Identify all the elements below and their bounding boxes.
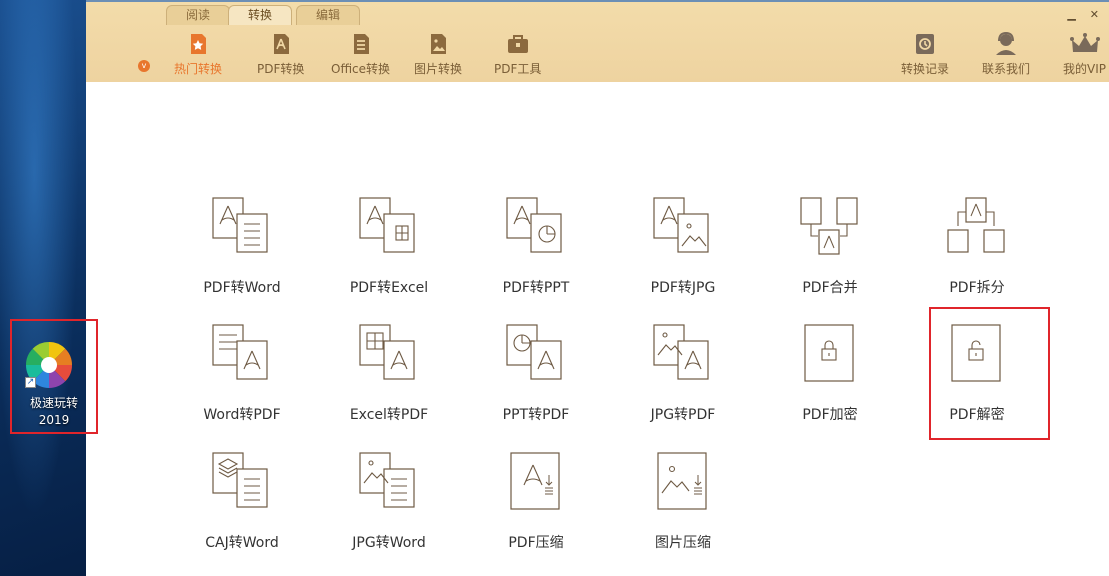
tool-pdf-encrypt-label: PDF加密 [802, 407, 858, 423]
tool-pdf-merge[interactable]: PDF合并 [770, 196, 890, 297]
tool-pdf-merge-label: PDF合并 [802, 280, 858, 296]
jpg-to-word-icon [359, 452, 415, 508]
tool-word-to-pdf-label: Word转PDF [203, 407, 281, 423]
document-icon [353, 34, 369, 54]
nav-history[interactable]: 转换记录 [901, 32, 949, 77]
support-icon [996, 32, 1016, 55]
nav-office-convert-label: Office转换 [331, 62, 391, 76]
star-icon [191, 34, 206, 54]
tool-jpg-to-word-label: JPG转Word [352, 535, 426, 551]
excel-to-pdf-icon [359, 324, 415, 380]
tool-pdf-to-jpg-label: PDF转JPG [650, 280, 716, 296]
tool-word-to-pdf[interactable]: Word转PDF [182, 323, 302, 424]
tab-read[interactable]: 阅读 [166, 5, 230, 25]
nav-vip[interactable]: 我的VIP [1063, 32, 1106, 77]
tool-pdf-to-ppt-label: PDF转PPT [502, 280, 570, 296]
tab-convert[interactable]: 转换 [228, 5, 292, 25]
nav-image-convert[interactable]: 图片转换 [414, 32, 462, 77]
tool-pdf-to-word-label: PDF转Word [203, 280, 281, 296]
desktop-shortcut-highlight[interactable]: ↗ 极速玩转 2019 [10, 319, 98, 434]
window-controls: ▁ ✕ [1067, 8, 1099, 21]
toolbox-icon [507, 35, 528, 53]
tool-pdf-encrypt[interactable]: PDF加密 [770, 323, 890, 424]
tool-ppt-to-pdf[interactable]: PPT转PDF [476, 323, 596, 424]
nav-history-label: 转换记录 [901, 62, 950, 76]
shortcut-label-line1: 极速玩转 [29, 396, 78, 410]
nav-hot-convert-label: 热门转换 [174, 62, 223, 76]
pdf-file-icon [273, 34, 289, 54]
shortcut-label-line2: 2019 [38, 413, 70, 427]
tool-pdf-split[interactable]: PDF拆分 [917, 196, 1037, 297]
jpg-to-pdf-icon [653, 324, 709, 380]
image-compress-icon [657, 452, 707, 510]
word-to-pdf-icon [212, 324, 268, 380]
tool-pdf-to-word[interactable]: PDF转Word [182, 196, 302, 297]
pdf-to-jpg-icon [653, 197, 709, 253]
nav-office-convert[interactable]: Office转换 [331, 32, 390, 77]
nav-pdf-tools-label: PDF工具 [494, 62, 542, 76]
pdf-compress-icon [510, 452, 560, 510]
nav-pdf-tools[interactable]: PDF工具 [494, 32, 541, 77]
tool-pdf-compress[interactable]: PDF压缩 [476, 451, 596, 552]
pdf-merge-icon [800, 197, 858, 255]
nav-contact[interactable]: 联系我们 [982, 32, 1030, 77]
image-icon [431, 34, 446, 54]
tool-caj-to-word[interactable]: CAJ转Word [182, 451, 302, 552]
pdf-to-word-icon [212, 197, 268, 253]
tool-pdf-to-ppt[interactable]: PDF转PPT [476, 196, 596, 297]
tool-excel-to-pdf[interactable]: Excel转PDF [329, 323, 449, 424]
app-window: 阅读 转换 编辑 ▁ ✕ 热门转换 v PDF转换 Office转换 图片转换 … [86, 0, 1109, 576]
tab-edit[interactable]: 编辑 [296, 5, 360, 25]
tool-jpg-to-pdf-label: JPG转PDF [650, 407, 716, 423]
tool-pdf-split-label: PDF拆分 [949, 280, 1005, 296]
shortcut-arrow-icon: ↗ [25, 377, 36, 388]
tool-image-compress[interactable]: 图片压缩 [623, 451, 743, 552]
history-icon [916, 34, 934, 54]
pdf-split-icon [947, 197, 1005, 253]
nav-pdf-convert[interactable]: PDF转换 [257, 32, 304, 77]
toolbar: 阅读 转换 编辑 ▁ ✕ 热门转换 v PDF转换 Office转换 图片转换 … [86, 0, 1109, 82]
nav-contact-label: 联系我们 [982, 62, 1031, 76]
nav-hot-convert[interactable]: 热门转换 [174, 32, 222, 77]
tool-jpg-to-pdf[interactable]: JPG转PDF [623, 323, 743, 424]
hot-badge: v [138, 60, 150, 72]
crown-icon [1069, 33, 1100, 52]
tool-pdf-to-excel-label: PDF转Excel [349, 280, 429, 296]
tool-image-compress-label: 图片压缩 [655, 535, 711, 551]
pdf-encrypt-icon [804, 324, 854, 382]
tool-pdf-compress-label: PDF压缩 [508, 535, 564, 551]
tool-jpg-to-word[interactable]: JPG转Word [329, 451, 449, 552]
shortcut-label: 极速玩转 2019 [12, 395, 96, 429]
tool-excel-to-pdf-label: Excel转PDF [349, 407, 429, 423]
pdf-decrypt-highlight [929, 307, 1050, 440]
tool-caj-to-word-label: CAJ转Word [205, 535, 279, 551]
pdf-to-ppt-icon [506, 197, 562, 253]
minimize-button[interactable]: ▁ [1067, 8, 1075, 21]
close-button[interactable]: ✕ [1090, 8, 1099, 21]
pdf-to-excel-icon [359, 197, 415, 253]
caj-to-word-icon [212, 452, 268, 508]
nav-pdf-convert-label: PDF转换 [257, 62, 305, 76]
tool-pdf-to-jpg[interactable]: PDF转JPG [623, 196, 743, 297]
tool-ppt-to-pdf-label: PPT转PDF [502, 407, 570, 423]
nav-image-convert-label: 图片转换 [414, 62, 463, 76]
ppt-to-pdf-icon [506, 324, 562, 380]
tool-pdf-to-excel[interactable]: PDF转Excel [329, 196, 449, 297]
nav-vip-label: 我的VIP [1063, 62, 1106, 76]
desktop-background [0, 0, 86, 576]
